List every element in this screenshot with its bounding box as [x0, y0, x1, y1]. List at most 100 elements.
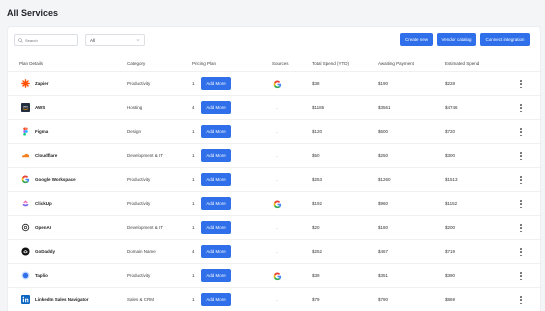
search-box[interactable]: [14, 34, 78, 46]
plan-name[interactable]: Google Workspace: [35, 177, 76, 182]
add-more-button[interactable]: Add More: [201, 149, 231, 162]
google-logo-icon: [21, 175, 30, 184]
more-options-icon[interactable]: [519, 79, 523, 89]
table-row: Cloudflare Development & IT 1 Add More - $50 $…: [8, 143, 542, 167]
column-header-pricing-plan[interactable]: Pricing Plan: [192, 61, 216, 66]
plan-name[interactable]: Taplio: [35, 273, 48, 278]
plan-name[interactable]: Zapier: [35, 81, 49, 86]
category: Productivity: [127, 201, 151, 206]
plan-name[interactable]: Cloudflare: [35, 153, 57, 158]
category: Productivity: [127, 81, 151, 86]
column-header-awaiting-payment[interactable]: Awaiting Payment: [378, 61, 414, 66]
add-more-button[interactable]: Add More: [201, 197, 231, 210]
category: Domain Name: [127, 249, 156, 254]
clickup-logo-icon: [21, 199, 30, 208]
search-icon: [18, 37, 23, 43]
pricing-plan-count: 1: [192, 297, 195, 302]
add-more-button[interactable]: Add More: [201, 173, 231, 186]
table-row: OpenAI Development & IT 1 Add More - $20 $180 $…: [8, 215, 542, 239]
table-row: LinkedIn Sales Navigator Sales & CRM 1 Add …: [8, 287, 542, 311]
category: Hosting: [127, 105, 143, 110]
category: Design: [127, 129, 142, 134]
total-spend-ytd: $20: [312, 225, 320, 230]
create-new-button[interactable]: Create new: [400, 33, 433, 46]
google-icon: [272, 271, 282, 281]
page-title: All Services: [7, 8, 59, 18]
pricing-plan-count: 1: [192, 225, 195, 230]
more-options-icon[interactable]: [519, 151, 523, 161]
table-body: Zapier Productivity 1 Add More $38 $190 $228 aw…: [8, 71, 542, 311]
total-spend-ytd: $50: [312, 153, 320, 158]
add-more-button[interactable]: Add More: [201, 125, 231, 138]
vendor-catalog-button[interactable]: Vendor catalog: [437, 33, 476, 46]
total-spend-ytd: $38: [312, 81, 320, 86]
add-more-button[interactable]: Add More: [201, 221, 231, 234]
total-spend-ytd: $253: [312, 177, 323, 182]
column-header-plan-details[interactable]: Plan Details: [19, 61, 43, 66]
more-options-icon[interactable]: [519, 199, 523, 209]
category: Development & IT: [127, 225, 164, 230]
category: Productivity: [127, 177, 151, 182]
more-options-icon[interactable]: [519, 175, 523, 185]
awaiting-payment: $600: [378, 129, 389, 134]
awaiting-payment: $190: [378, 81, 389, 86]
connect-integration-button[interactable]: Connect integration: [480, 33, 530, 46]
estimated-spend: $1152: [445, 201, 458, 206]
column-header-sources[interactable]: Sources: [272, 61, 289, 66]
pricing-plan-count: 1: [192, 177, 195, 182]
awaiting-payment: $1260: [378, 177, 391, 182]
pricing-plan-count: 4: [192, 249, 195, 254]
svg-text:aws: aws: [23, 106, 28, 109]
add-more-button[interactable]: Add More: [201, 77, 231, 90]
more-options-icon[interactable]: [519, 223, 523, 233]
source-empty: -: [276, 105, 278, 111]
category: Productivity: [127, 273, 151, 278]
table-row: GoDaddy Domain Name 4 Add More - $252 $467 $719: [8, 239, 542, 263]
total-spend-ytd: $192: [312, 201, 323, 206]
add-more-button[interactable]: Add More: [201, 269, 231, 282]
more-options-icon[interactable]: [519, 295, 523, 305]
pricing-plan-count: 1: [192, 81, 195, 86]
estimated-spend: $390: [445, 273, 456, 278]
search-input[interactable]: [25, 37, 77, 43]
plan-name[interactable]: LinkedIn Sales Navigator: [35, 297, 89, 302]
table-row: Zapier Productivity 1 Add More $38 $190 $228: [8, 71, 542, 95]
more-options-icon[interactable]: [519, 127, 523, 137]
pricing-plan-count: 1: [192, 129, 195, 134]
more-options-icon[interactable]: [519, 103, 523, 113]
estimated-spend: $4746: [445, 105, 458, 110]
table-row: ClickUp Productivity 1 Add More $192 $960 $115…: [8, 191, 542, 215]
add-more-button[interactable]: Add More: [201, 293, 231, 306]
estimated-spend: $720: [445, 129, 456, 134]
google-icon: [272, 199, 282, 209]
taplio-logo-icon: [21, 271, 30, 280]
pricing-plan-count: 1: [192, 201, 195, 206]
more-options-icon[interactable]: [519, 271, 523, 281]
estimated-spend: $300: [445, 153, 456, 158]
estimated-spend: $869: [445, 297, 456, 302]
table-row: Google Workspace Productivity 1 Add More - $2…: [8, 167, 542, 191]
plan-name[interactable]: AWS: [35, 105, 45, 110]
awaiting-payment: $180: [378, 225, 389, 230]
table-row: Figma Design 1 Add More - $120 $600 $720: [8, 119, 542, 143]
total-spend-ytd: $79: [312, 297, 320, 302]
filter-select[interactable]: All: [85, 34, 145, 46]
source-empty: -: [276, 177, 278, 183]
figma-logo-icon: [21, 127, 30, 136]
plan-name[interactable]: Figma: [35, 129, 48, 134]
aws-logo-icon: aws: [21, 103, 30, 112]
source-empty: -: [276, 297, 278, 303]
total-spend-ytd: $1185: [312, 105, 325, 110]
plan-name[interactable]: GoDaddy: [35, 249, 55, 254]
column-header-category[interactable]: Category: [127, 61, 145, 66]
more-options-icon[interactable]: [519, 247, 523, 257]
awaiting-payment: $790: [378, 297, 389, 302]
awaiting-payment: $250: [378, 153, 389, 158]
column-header-estimated-spend[interactable]: Estimated Spend: [445, 61, 479, 66]
add-more-button[interactable]: Add More: [201, 101, 231, 114]
plan-name[interactable]: ClickUp: [35, 201, 52, 206]
total-spend-ytd: $120: [312, 129, 323, 134]
column-header-total-spend[interactable]: Total Spend (YTD): [312, 61, 349, 66]
add-more-button[interactable]: Add More: [201, 245, 231, 258]
plan-name[interactable]: OpenAI: [35, 225, 51, 230]
